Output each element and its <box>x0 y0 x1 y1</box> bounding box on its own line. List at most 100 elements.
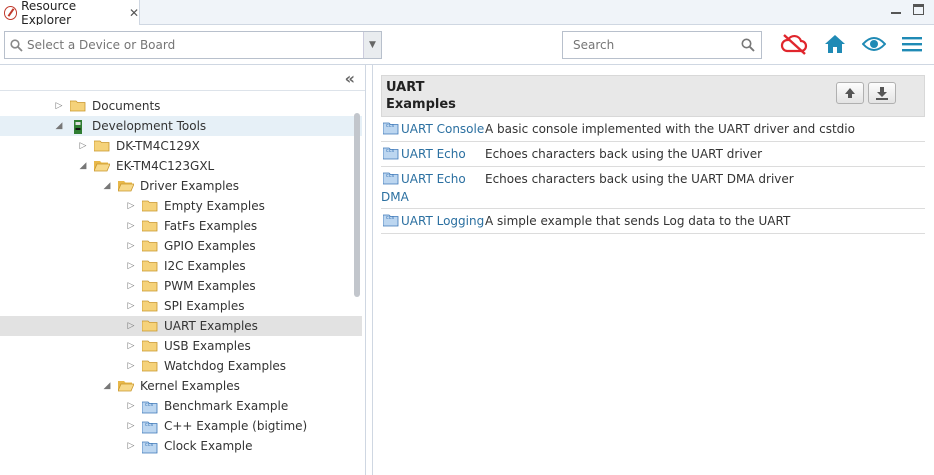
minimize-icon[interactable] <box>891 4 901 14</box>
device-selector[interactable]: ▼ <box>4 31 382 59</box>
example-description: A simple example that sends Log data to … <box>485 214 791 228</box>
chevron-right-icon[interactable]: ▷ <box>54 101 64 111</box>
chevron-right-icon[interactable]: ▷ <box>126 261 136 271</box>
example-description: Echoes characters back using the UART dr… <box>485 147 763 161</box>
folder-icon <box>142 260 158 272</box>
tree-item-label: GPIO Examples <box>164 239 256 253</box>
example-link[interactable]: UART Console <box>401 122 484 136</box>
tree-item-empty-examples[interactable]: ▷ Empty Examples <box>0 196 362 216</box>
page-subtitle: Examples <box>386 97 456 112</box>
tree-item-clock-example[interactable]: ▷ ccs Clock Example <box>0 436 362 456</box>
download-button[interactable] <box>868 82 896 104</box>
cloud-offline-icon[interactable] <box>780 33 808 55</box>
example-link[interactable]: UART Logging <box>401 214 484 228</box>
tree-item-spi-examples[interactable]: ▷ SPI Examples <box>0 296 362 316</box>
tree-item-documents[interactable]: ▷ Documents <box>0 96 362 116</box>
ccs-project-icon: ccs <box>383 147 399 160</box>
tree-item-i2c-examples[interactable]: ▷ I2C Examples <box>0 256 362 276</box>
eye-icon[interactable] <box>862 35 886 53</box>
tree-item-cpp-example[interactable]: ▷ ccs C++ Example (bigtime) <box>0 416 362 436</box>
tree-item-kernel-examples[interactable]: ◢ Kernel Examples <box>0 376 362 396</box>
tree-item-label: Clock Example <box>164 439 253 453</box>
search-field[interactable] <box>562 31 762 59</box>
ccs-project-icon: ccs <box>383 214 399 227</box>
download-icon <box>876 87 888 100</box>
folder-open-icon <box>118 380 134 392</box>
tree-item-pwm-examples[interactable]: ▷ PWM Examples <box>0 276 362 296</box>
tree-item-dk-tm4c129x[interactable]: ▷ DK-TM4C129X <box>0 136 362 156</box>
page-title: UART <box>386 80 425 95</box>
tab-resource-explorer[interactable]: Resource Explorer ✕ <box>0 0 140 27</box>
close-icon[interactable]: ✕ <box>129 6 139 20</box>
up-button[interactable] <box>836 82 864 104</box>
folder-icon <box>142 220 158 232</box>
chevron-right-icon[interactable]: ▷ <box>78 141 88 151</box>
tree-item-driver-examples[interactable]: ◢ Driver Examples <box>0 176 362 196</box>
tree-item-usb-examples[interactable]: ▷ USB Examples <box>0 336 362 356</box>
chevron-right-icon[interactable]: ▷ <box>126 361 136 371</box>
arrow-up-icon <box>845 88 855 98</box>
folder-icon <box>142 200 158 212</box>
tab-bar: Resource Explorer ✕ <box>0 0 934 27</box>
chevron-right-icon[interactable]: ▷ <box>126 421 136 431</box>
chevron-right-icon[interactable]: ▷ <box>126 441 136 451</box>
tree-item-benchmark-example[interactable]: ▷ ccs Benchmark Example <box>0 396 362 416</box>
tree-item-label: FatFs Examples <box>164 219 258 233</box>
folder-icon <box>142 320 158 332</box>
chevron-right-icon[interactable]: ▷ <box>126 281 136 291</box>
example-row: ccs UART Echo Echoes characters back usi… <box>381 142 925 167</box>
home-icon[interactable] <box>824 34 846 54</box>
ccs-project-icon: ccs <box>383 122 399 135</box>
folder-icon <box>142 280 158 292</box>
chevron-down-icon[interactable]: ◢ <box>78 161 88 171</box>
chevron-right-icon[interactable]: ▷ <box>126 201 136 211</box>
menu-icon[interactable] <box>902 36 922 52</box>
svg-text:ccs: ccs <box>386 148 394 154</box>
example-row: ccs UART Logging A simple example that s… <box>381 209 925 234</box>
folder-icon <box>142 300 158 312</box>
tree-item-uart-examples[interactable]: ▷ UART Examples <box>0 316 362 336</box>
tree-item-fatfs-examples[interactable]: ▷ FatFs Examples <box>0 216 362 236</box>
search-icon[interactable] <box>741 38 755 52</box>
folder-icon <box>142 360 158 372</box>
example-link[interactable]: UART Echo <box>401 172 466 186</box>
chevron-down-icon[interactable]: ◢ <box>54 121 64 131</box>
chevron-right-icon[interactable]: ▷ <box>126 301 136 311</box>
ccs-project-icon: ccs <box>142 400 158 414</box>
example-row: ccs UART Console A basic console impleme… <box>381 117 925 142</box>
chevron-down-icon[interactable]: ◢ <box>102 181 112 191</box>
scrollbar-thumb[interactable] <box>354 113 360 297</box>
tree-item-gpio-examples[interactable]: ▷ GPIO Examples <box>0 236 362 256</box>
chevron-right-icon[interactable]: ▷ <box>126 341 136 351</box>
tree-item-label: C++ Example (bigtime) <box>164 419 308 433</box>
search-input[interactable] <box>563 32 741 58</box>
tree-item-watchdog-examples[interactable]: ▷ Watchdog Examples <box>0 356 362 376</box>
tree-item-development-tools[interactable]: ◢ Development Tools <box>0 116 362 136</box>
device-input[interactable] <box>23 32 363 58</box>
example-link-continued[interactable]: DMA <box>381 190 409 204</box>
example-link[interactable]: UART Echo <box>401 147 466 161</box>
ccs-project-icon: ccs <box>142 420 158 434</box>
tree-item-ek-tm4c123gxl[interactable]: ◢ EK-TM4C123GXL <box>0 156 362 176</box>
board-icon <box>70 120 86 134</box>
tree-item-label: PWM Examples <box>164 279 256 293</box>
toolbar: ▼ <box>0 25 934 65</box>
maximize-icon[interactable] <box>913 4 924 15</box>
tree-item-label: Driver Examples <box>140 179 240 193</box>
collapse-icon[interactable]: « <box>345 69 355 88</box>
tree-header: « <box>0 65 365 91</box>
svg-text:ccs: ccs <box>145 442 153 448</box>
chevron-right-icon[interactable]: ▷ <box>126 221 136 231</box>
chevron-right-icon[interactable]: ▷ <box>126 321 136 331</box>
chevron-down-icon[interactable]: ▼ <box>363 32 381 58</box>
tree-item-label: SPI Examples <box>164 299 245 313</box>
svg-text:ccs: ccs <box>145 402 153 408</box>
chevron-down-icon[interactable]: ◢ <box>102 381 112 391</box>
example-row: ccs UART Echo DMA Echoes characters back… <box>381 167 925 209</box>
folder-icon <box>94 140 110 152</box>
chevron-right-icon[interactable]: ▷ <box>126 241 136 251</box>
ccs-project-icon: ccs <box>383 172 399 185</box>
tree-item-label: I2C Examples <box>164 259 246 273</box>
example-description: Echoes characters back using the UART DM… <box>485 172 794 186</box>
chevron-right-icon[interactable]: ▷ <box>126 401 136 411</box>
